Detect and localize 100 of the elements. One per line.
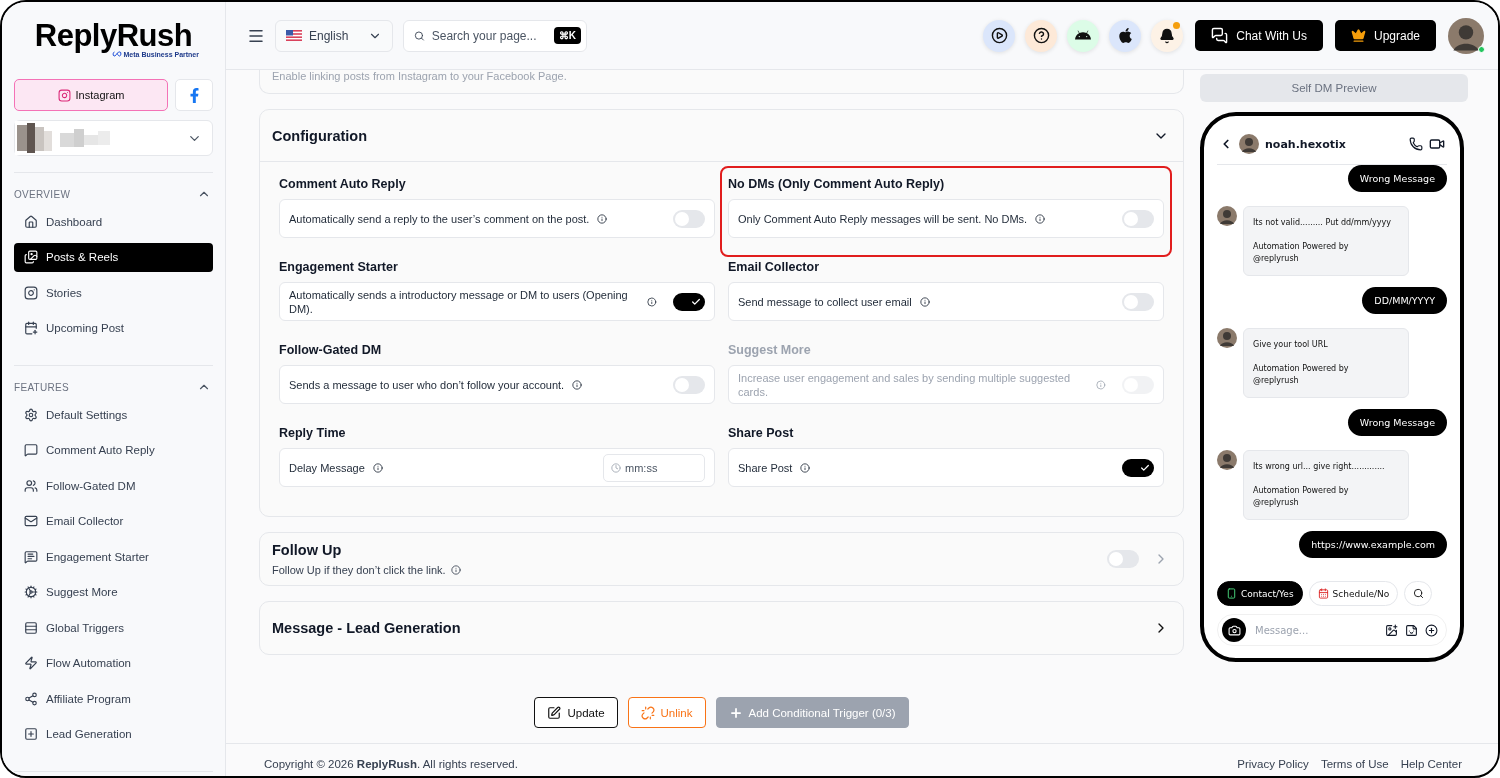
infinity-icon bbox=[111, 51, 122, 57]
message-text-icon bbox=[24, 549, 38, 564]
footer-link[interactable]: Help Center bbox=[1400, 758, 1462, 770]
footer-link[interactable]: Terms of Use bbox=[1320, 758, 1389, 770]
info-icon bbox=[1035, 213, 1046, 224]
sent-message: Wrong Message bbox=[1347, 165, 1447, 192]
sidebar-item[interactable]: Lead Generation bbox=[14, 719, 213, 749]
section-label: FEATURES bbox=[14, 381, 69, 393]
search-input[interactable]: Search your page... bbox=[431, 28, 547, 43]
avatar-icon bbox=[1217, 206, 1237, 226]
sidebar-item[interactable]: Dashboard bbox=[14, 207, 213, 236]
toggle-switch[interactable] bbox=[673, 209, 705, 228]
help-icon bbox=[1032, 27, 1050, 44]
received-message: Its not valid......... Put dd/mm/yyyy Automation Powered by @replyrush bbox=[1243, 206, 1409, 276]
toggle-switch[interactable] bbox=[1107, 550, 1139, 568]
sidebar-item[interactable]: Affiliate Program bbox=[14, 684, 213, 713]
setting-description: Sends a message to user who don’t follow your account. bbox=[289, 377, 565, 392]
brand-logo: ReplyRush bbox=[34, 20, 193, 51]
update-button[interactable]: Update bbox=[534, 697, 618, 728]
sent-message: https://www.example.com bbox=[1299, 531, 1447, 558]
camera-button[interactable] bbox=[1222, 618, 1246, 642]
plus-icon bbox=[728, 705, 743, 720]
sidebar-item[interactable]: Comment Auto Reply bbox=[14, 435, 213, 465]
search-chip[interactable] bbox=[1404, 581, 1433, 606]
sidebar-item[interactable]: Stories bbox=[14, 278, 213, 307]
card-description: Follow Up if they don’t click the link. bbox=[272, 564, 446, 576]
received-message: Give your tool URL Automation Powered by @replyrush bbox=[1243, 328, 1409, 398]
video-button[interactable] bbox=[983, 19, 1016, 52]
setting-title: No DMs (Only Comment Auto Reply) bbox=[728, 177, 946, 193]
toggle-switch[interactable] bbox=[1122, 458, 1154, 477]
setting-title: Engagement Starter bbox=[279, 260, 399, 276]
sidebar-item[interactable]: Default Settings bbox=[14, 400, 213, 429]
sidebar-item[interactable]: Suggest More bbox=[14, 577, 213, 607]
image-icon[interactable] bbox=[1385, 623, 1398, 637]
search-icon bbox=[414, 28, 425, 43]
info-icon bbox=[572, 379, 583, 390]
android-button[interactable] bbox=[1067, 19, 1100, 52]
phone-icon[interactable] bbox=[1409, 137, 1423, 151]
card-title: Follow Up bbox=[272, 542, 343, 558]
avatar-icon bbox=[1239, 134, 1259, 154]
lightning-icon bbox=[24, 656, 38, 670]
help-button[interactable] bbox=[1025, 19, 1058, 52]
sidebar-item[interactable]: Follow-Gated DM bbox=[14, 471, 213, 500]
quick-reply-chip[interactable]: Contact/Yes bbox=[1217, 581, 1303, 606]
instagram-tab[interactable]: Instagram bbox=[14, 79, 168, 111]
sidebar-item[interactable]: Flow Automation bbox=[14, 648, 213, 678]
preview-title: Self DM Preview bbox=[1200, 74, 1468, 102]
check-icon bbox=[691, 296, 701, 307]
sticker-icon[interactable] bbox=[1405, 623, 1418, 637]
calendar-plus-icon bbox=[24, 321, 38, 335]
chat-button[interactable]: Chat With Us bbox=[1195, 20, 1323, 51]
unlink-icon bbox=[640, 705, 655, 720]
settings-icon bbox=[24, 407, 38, 422]
images-icon bbox=[24, 250, 38, 264]
info-icon bbox=[647, 296, 657, 307]
info-icon bbox=[597, 213, 608, 224]
toggle-switch[interactable] bbox=[673, 292, 705, 311]
rows-icon bbox=[24, 620, 38, 635]
upgrade-button[interactable]: Upgrade bbox=[1334, 20, 1436, 51]
time-field[interactable]: mm:ss bbox=[603, 453, 705, 482]
instagram-icon bbox=[57, 88, 71, 102]
share-icon bbox=[24, 691, 38, 706]
setting-title: Share Post bbox=[728, 426, 795, 442]
toggle-switch[interactable] bbox=[1122, 209, 1154, 228]
chat-icon bbox=[1211, 27, 1229, 44]
apple-icon bbox=[1116, 27, 1134, 44]
setting-description: Send message to collect user email bbox=[738, 294, 912, 309]
sidebar-item[interactable]: Posts & Reels bbox=[14, 242, 213, 272]
toggle-switch[interactable] bbox=[1122, 292, 1154, 311]
edit-icon bbox=[547, 705, 562, 720]
instagram-icon bbox=[24, 285, 38, 300]
home-icon bbox=[24, 214, 38, 229]
received-message: Its wrong url... give right............. Automation Powered by @replyrush bbox=[1243, 450, 1409, 520]
sidebar-item[interactable]: Engagement Starter bbox=[14, 542, 213, 571]
video-icon[interactable] bbox=[1429, 136, 1445, 152]
setting-title: Suggest More bbox=[728, 343, 812, 359]
gear-icon bbox=[24, 585, 38, 599]
setting-description: Share Post bbox=[738, 460, 793, 475]
sidebar-item[interactable]: Email Collector bbox=[14, 506, 213, 536]
account-select[interactable] bbox=[14, 120, 213, 156]
contact-name: noah.hexotix bbox=[1265, 137, 1347, 151]
copyright-text: Copyright © 2026 ReplyRush. All rights reserved. bbox=[264, 758, 518, 770]
sidebar-item[interactable]: Upcoming Post bbox=[14, 313, 213, 343]
avatar-icon bbox=[1217, 450, 1237, 470]
language-select[interactable]: English bbox=[275, 19, 393, 52]
apple-button[interactable] bbox=[1109, 19, 1142, 52]
setting-title: Follow-Gated DM bbox=[279, 343, 383, 359]
footer-link[interactable]: Privacy Policy bbox=[1237, 758, 1309, 770]
add-icon[interactable] bbox=[1425, 623, 1438, 637]
facebook-tab[interactable] bbox=[175, 79, 213, 111]
flag-icon bbox=[286, 30, 302, 41]
toggle-switch[interactable] bbox=[673, 375, 705, 394]
info-icon bbox=[450, 565, 461, 575]
sidebar-item[interactable]: Global Triggers bbox=[14, 613, 213, 642]
camera-icon bbox=[1227, 623, 1241, 637]
search-field[interactable]: Search your page... ⌘K bbox=[403, 19, 587, 52]
setting-title: Comment Auto Reply bbox=[279, 177, 407, 193]
notifications-button[interactable] bbox=[1151, 19, 1184, 52]
quick-reply-chip[interactable]: Schedule/No bbox=[1308, 581, 1399, 606]
shortcut-key: ⌘K bbox=[553, 27, 581, 44]
